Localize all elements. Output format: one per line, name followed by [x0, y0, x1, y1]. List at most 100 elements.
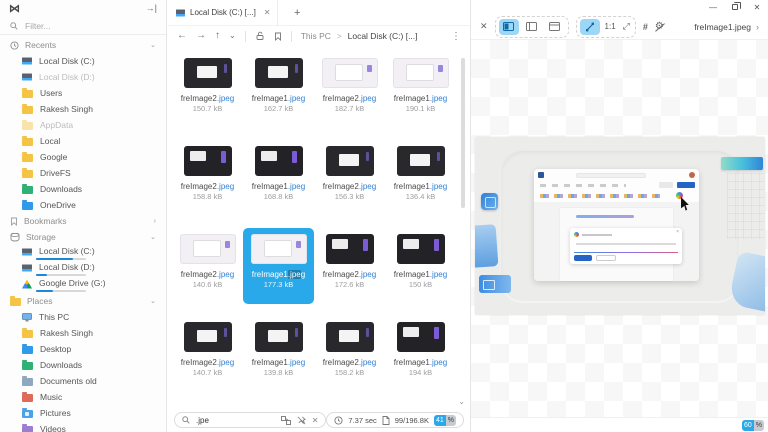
- breadcrumb-separator: >: [337, 32, 342, 41]
- scroll-more-icon[interactable]: ⌄: [458, 397, 465, 406]
- sidebar-section-recents[interactable]: Recents⌄: [0, 37, 166, 53]
- file-tile-12[interactable]: freImage2.jpeg140.7 kB: [172, 316, 243, 392]
- file-tile-4[interactable]: freImage2.jpeg158.8 kB: [172, 140, 243, 216]
- pixel-grid-icon[interactable]: #: [643, 22, 648, 32]
- next-file-icon[interactable]: ›: [756, 22, 759, 32]
- sidebar-section-storage[interactable]: Storage⌄: [0, 229, 166, 245]
- sidebar-item-local-disk-d-[interactable]: Local Disk (D:): [0, 69, 166, 85]
- zoom-group: 1:1 ⤢: [576, 16, 636, 38]
- file-size: 177.3 kB: [264, 281, 294, 289]
- file-tile-0[interactable]: freImage2.jpeg150.7 kB: [172, 52, 243, 128]
- search-subfolders-icon[interactable]: [281, 416, 291, 425]
- back-button[interactable]: ←: [177, 31, 187, 41]
- fullscreen-icon[interactable]: ⤢: [621, 21, 632, 32]
- zoom-badge-unit: %: [754, 420, 764, 431]
- close-window-button[interactable]: ✕: [746, 3, 768, 12]
- sidebar-item-drivefs[interactable]: DriveFS: [0, 165, 166, 181]
- chevron-down-icon[interactable]: ⌄: [150, 41, 156, 49]
- maximize-button[interactable]: [724, 3, 746, 12]
- file-tile-9-selected[interactable]: freImage1.jpeg177.3 kB: [243, 228, 314, 304]
- sidebar-item-label: Users: [40, 88, 62, 98]
- file-tile-13[interactable]: freImage1.jpeg139.8 kB: [243, 316, 314, 392]
- sidebar-item-google[interactable]: Google: [0, 149, 166, 165]
- scrollbar-thumb[interactable]: [461, 58, 465, 208]
- sidebar-item-label: Downloads: [40, 184, 82, 194]
- filter-input[interactable]: [23, 20, 133, 32]
- sidebar-item-local-disk-d-[interactable]: Local Disk (D:): [0, 261, 166, 277]
- sidebar-item-label: This PC: [39, 312, 69, 322]
- tab-local-disk-c[interactable]: Local Disk (C:) [...] ✕: [168, 0, 278, 26]
- sidebar-item-local-disk-c-[interactable]: Local Disk (C:): [0, 245, 166, 261]
- layout-preview-right-button[interactable]: [522, 19, 542, 35]
- minimize-button[interactable]: —: [702, 3, 724, 12]
- sidebar-item-google-drive-g-[interactable]: Google Drive (G:): [0, 277, 166, 293]
- sidebar-item-label: Google Drive (G:): [39, 278, 106, 288]
- file-thumbnail: [322, 58, 378, 88]
- layout-preview-left-button[interactable]: [499, 19, 519, 35]
- gdrive-icon: [22, 280, 32, 289]
- file-tile-14[interactable]: freImage2.jpeg158.2 kB: [314, 316, 385, 392]
- unpin-filter-icon[interactable]: [297, 416, 306, 425]
- file-tile-7[interactable]: freImage1.jpeg136.4 kB: [385, 140, 456, 216]
- sidebar-item-label: Local Disk (C:): [39, 246, 95, 256]
- collapse-sidebar-icon[interactable]: →|: [146, 3, 157, 13]
- file-tile-5[interactable]: freImage1.jpeg168.8 kB: [243, 140, 314, 216]
- file-tile-1[interactable]: freImage1.jpeg162.7 kB: [243, 52, 314, 128]
- file-tile-6[interactable]: freImage2.jpeg156.3 kB: [314, 140, 385, 216]
- file-grid: freImage2.jpeg150.7 kBfreImage1.jpeg162.…: [168, 46, 470, 404]
- sidebar-section-places[interactable]: Places⌄: [0, 293, 166, 309]
- file-name: freImage1.jpeg: [394, 182, 447, 191]
- sidebar-item-rakesh-singh[interactable]: Rakesh Singh: [0, 101, 166, 117]
- breadcrumb-this-pc[interactable]: This PC: [301, 31, 331, 41]
- photo-grid-pattern: [727, 173, 765, 239]
- chevron-down-icon[interactable]: ⌄: [150, 233, 156, 241]
- file-tile-3[interactable]: freImage1.jpeg190.1 kB: [385, 52, 456, 128]
- bookmark-icon[interactable]: [274, 32, 282, 41]
- sidebar-item-appdata[interactable]: AppData: [0, 117, 166, 133]
- clear-search-icon[interactable]: ✕: [312, 416, 319, 425]
- forward-button[interactable]: →: [196, 31, 206, 41]
- sidebar-item-users[interactable]: Users: [0, 85, 166, 101]
- sidebar-item-label: Rakesh Singh: [40, 104, 93, 114]
- sidebar-item-onedrive[interactable]: OneDrive: [0, 197, 166, 213]
- layout-preview-bottom-button[interactable]: [545, 19, 565, 35]
- sidebar-item-local-disk-c-[interactable]: Local Disk (C:): [0, 53, 166, 69]
- bookmark-icon: [10, 217, 18, 226]
- sidebar-item-desktop[interactable]: Desktop: [0, 341, 166, 357]
- tab-close-icon[interactable]: ✕: [264, 8, 271, 17]
- sidebar-item-rakesh-singh[interactable]: Rakesh Singh: [0, 325, 166, 341]
- file-name: freImage2.jpeg: [323, 94, 376, 103]
- file-count: 99/196.8K: [395, 416, 429, 425]
- lock-icon[interactable]: [255, 31, 265, 41]
- zoom-fit-button[interactable]: [580, 19, 600, 35]
- chevron-down-icon[interactable]: ⌄: [150, 297, 156, 305]
- sidebar-item-documents-old[interactable]: Documents old: [0, 373, 166, 389]
- sidebar-item-videos[interactable]: Videos: [0, 421, 166, 432]
- close-preview-icon[interactable]: ✕: [480, 21, 488, 32]
- sidebar-item-downloads[interactable]: Downloads: [0, 181, 166, 197]
- sidebar-item-local[interactable]: Local: [0, 133, 166, 149]
- file-tile-15[interactable]: freImage1.jpeg194 kB: [385, 316, 456, 392]
- preview-canvas[interactable]: ×: [471, 40, 768, 417]
- file-tile-10[interactable]: freImage2.jpeg172.6 kB: [314, 228, 385, 304]
- file-tile-11[interactable]: freImage1.jpeg150 kB: [385, 228, 456, 304]
- sidebar-section-bookmarks[interactable]: Bookmarks›: [0, 213, 166, 229]
- search-input[interactable]: [194, 415, 272, 426]
- settings-disabled-icon[interactable]: ⚙: [655, 22, 664, 32]
- sidebar-item-downloads[interactable]: Downloads: [0, 357, 166, 373]
- folder-outline-icon: [10, 297, 21, 306]
- file-thumbnail: [326, 322, 374, 352]
- sidebar-item-music[interactable]: Music: [0, 389, 166, 405]
- up-button[interactable]: ↑: [215, 31, 220, 41]
- sidebar-item-label: Local: [40, 136, 60, 146]
- history-dropdown-icon[interactable]: ⌄: [229, 32, 236, 40]
- sidebar-item-pictures[interactable]: Pictures: [0, 405, 166, 421]
- breadcrumb-current[interactable]: Local Disk (C:) [...]: [348, 31, 418, 41]
- file-tile-2[interactable]: freImage2.jpeg182.7 kB: [314, 52, 385, 128]
- file-tile-8[interactable]: freImage2.jpeg140.6 kB: [172, 228, 243, 304]
- new-tab-button[interactable]: +: [294, 7, 300, 19]
- sidebar-item-this-pc[interactable]: This PC: [0, 309, 166, 325]
- zoom-1-1-button[interactable]: 1:1: [603, 22, 618, 31]
- chevron-right-icon[interactable]: ›: [154, 218, 156, 225]
- more-options-icon[interactable]: ⋮: [451, 31, 461, 42]
